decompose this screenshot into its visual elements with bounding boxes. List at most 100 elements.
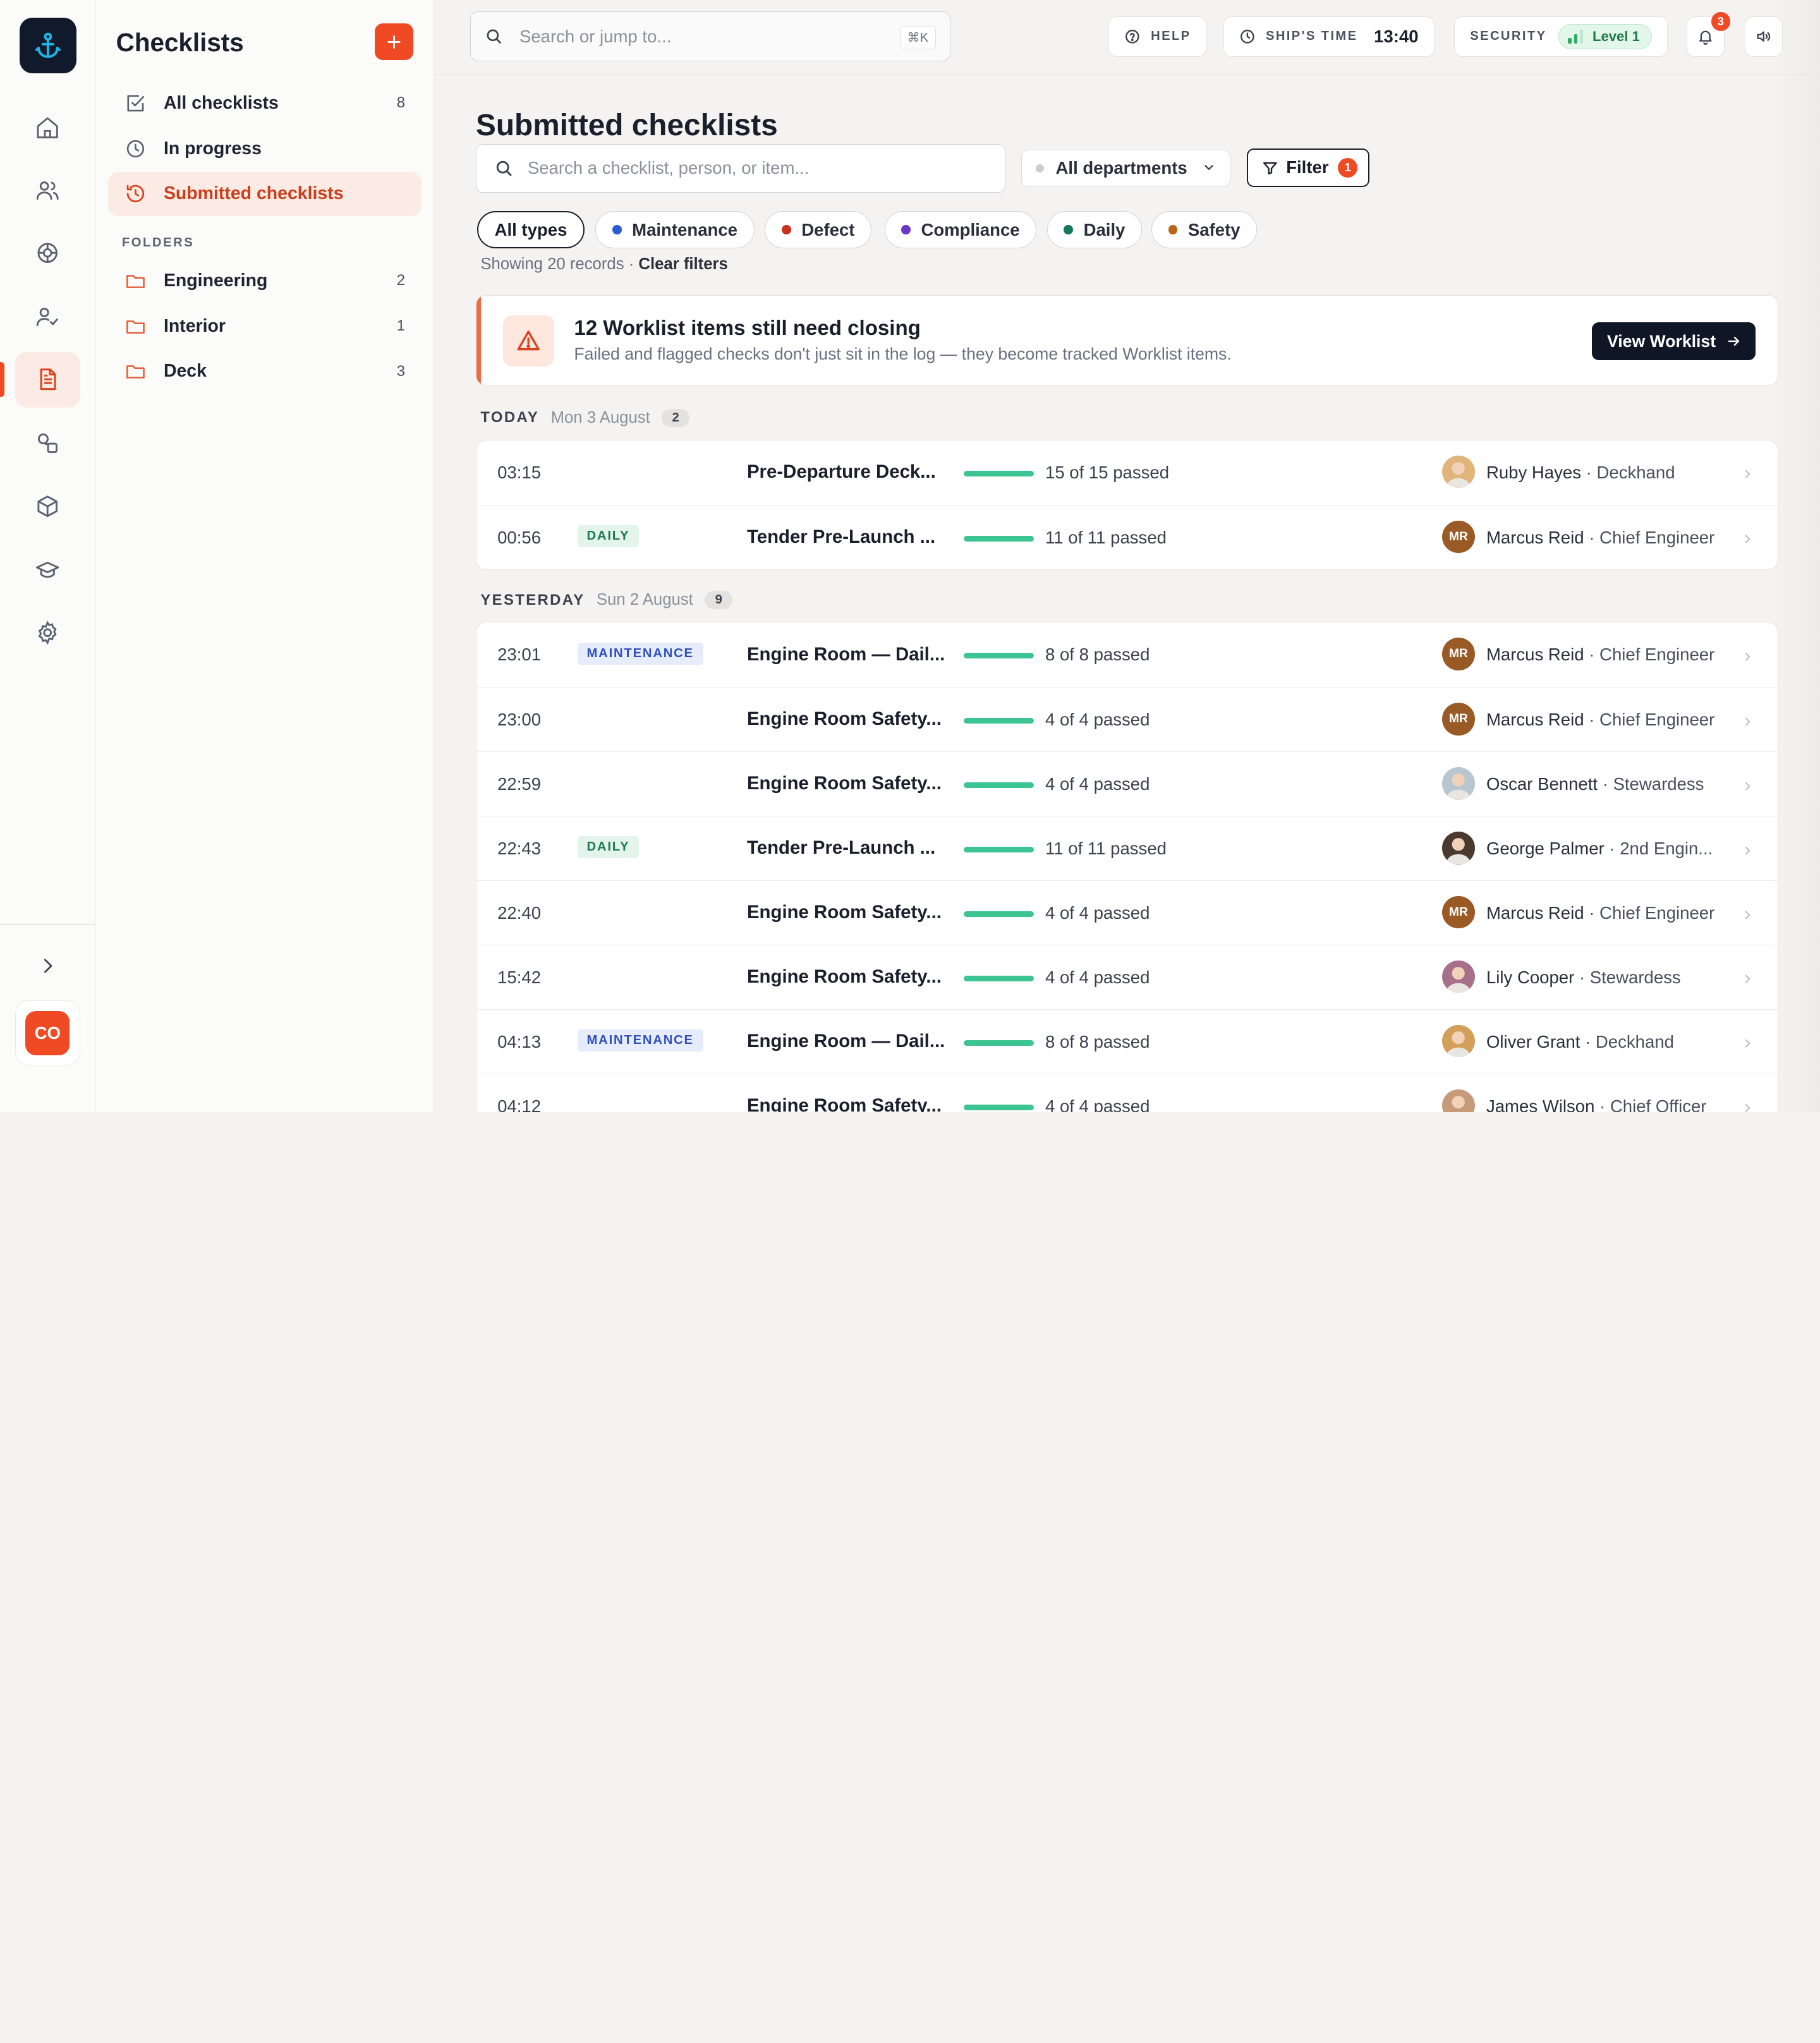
- table-row[interactable]: 23:01 MAINTENANCE Engine Room — Dail... 8 o…: [476, 622, 1778, 687]
- person-role: · Chief Engineer: [1584, 903, 1715, 923]
- sound-toggle-button[interactable]: [1744, 16, 1783, 57]
- day-date: Sun 2 August: [596, 591, 693, 609]
- cube-icon: [37, 495, 58, 517]
- anchor-logo-icon[interactable]: [20, 17, 77, 73]
- person-info: James Wilson · Chief Officer: [1486, 1096, 1707, 1112]
- table-row[interactable]: 03:15 Pre-Departure Deck... 15 of 15 passe…: [476, 440, 1778, 505]
- department-value: All departments: [1055, 158, 1187, 178]
- checklist-name: Engine Room Safety...: [746, 1094, 942, 1112]
- rail-crew-button[interactable]: [15, 162, 80, 218]
- chip-maintenance[interactable]: Maintenance: [595, 211, 755, 249]
- funnel-icon: [1263, 162, 1277, 174]
- rail-user-check-button[interactable]: [15, 289, 80, 344]
- search-shortcut-badge: ⌘K: [899, 26, 937, 50]
- chevron-right-icon: [1742, 904, 1753, 926]
- chevron-right-icon: [1742, 775, 1753, 797]
- clear-filters-link[interactable]: Clear filters: [638, 255, 727, 273]
- notifications-button[interactable]: 3: [1686, 12, 1730, 57]
- rail-expand-button[interactable]: [15, 938, 80, 993]
- warning-triangle-icon: [503, 315, 555, 367]
- checklist-search-input[interactable]: Search a checklist, person, or item...: [476, 143, 1005, 193]
- person-role: · Chief Engineer: [1584, 527, 1715, 547]
- ships-time-widget: SHIP'S TIME 13:40: [1223, 16, 1435, 57]
- person-name: James Wilson: [1486, 1096, 1595, 1112]
- users-icon: [36, 181, 59, 200]
- chevron-right-icon: [44, 959, 52, 973]
- submission-time: 15:42: [497, 967, 542, 987]
- nav-submitted-checklists[interactable]: Submitted checklists: [107, 171, 422, 216]
- chip-daily[interactable]: Daily: [1046, 211, 1143, 249]
- person-avatar: [1442, 1024, 1475, 1058]
- nav-in-progress[interactable]: In progress: [108, 126, 422, 171]
- chip-safety[interactable]: Safety: [1151, 211, 1258, 249]
- chip-dot: [782, 225, 791, 234]
- add-checklist-button[interactable]: +: [375, 23, 413, 61]
- speaker-icon: [1757, 31, 1771, 42]
- global-search-input[interactable]: Search or jump to... ⌘K: [470, 11, 951, 62]
- table-row[interactable]: 23:00 Engine Room Safety... 4 of 4 passed M…: [476, 687, 1778, 751]
- search-placeholder: Search or jump to...: [519, 26, 672, 46]
- department-select[interactable]: All departments: [1021, 149, 1230, 187]
- chip-compliance[interactable]: Compliance: [884, 211, 1037, 249]
- person-avatar: [1442, 767, 1475, 800]
- chip-label: Daily: [1083, 219, 1125, 239]
- rail-target-button[interactable]: [15, 225, 80, 281]
- submission-time: 03:15: [497, 462, 542, 482]
- checklist-name: Engine Room Safety...: [746, 966, 942, 988]
- records-count-text: Showing 20 records ·: [480, 255, 634, 274]
- type-tag: DAILY: [577, 836, 640, 859]
- table-row[interactable]: 22:40 Engine Room Safety... 4 of 4 passed M…: [476, 880, 1778, 945]
- table-row[interactable]: 04:13 MAINTENANCE Engine Room — Dail... 8 o…: [476, 1009, 1778, 1074]
- help-button[interactable]: HELP: [1108, 16, 1207, 57]
- rail-active-marker: [0, 362, 5, 397]
- security-level-value: Level 1: [1592, 28, 1640, 44]
- icon-rail: CO: [0, 0, 95, 1112]
- table-row[interactable]: 22:43 DAILY Tender Pre-Launch ... 11 of 11 …: [476, 816, 1778, 880]
- rail-checklists-button[interactable]: [15, 351, 80, 408]
- table-row[interactable]: 15:42 Engine Room Safety... 4 of 4 passed L…: [476, 945, 1778, 1009]
- chip-label: All types: [494, 219, 567, 239]
- view-worklist-button[interactable]: View Worklist: [1592, 322, 1756, 361]
- chip-label: Compliance: [921, 219, 1020, 239]
- folder-icon: [124, 315, 148, 338]
- person-name: Oscar Bennett: [1486, 774, 1598, 794]
- table-row[interactable]: 00:56 DAILY Tender Pre-Launch ... 11 of 11 …: [476, 505, 1778, 569]
- table-row[interactable]: 04:12 Engine Room Safety... 4 of 4 passed J…: [476, 1073, 1778, 1112]
- rail-home-button[interactable]: [15, 100, 80, 155]
- folder-interior[interactable]: Interior 1: [108, 304, 422, 348]
- passed-count: 15 of 15 passed: [1045, 462, 1170, 482]
- chip-dot: [901, 225, 911, 234]
- person-info: Marcus Reid · Chief Engineer: [1486, 710, 1714, 730]
- filter-button[interactable]: Filter 1: [1246, 149, 1370, 187]
- checklist-name: Tender Pre-Launch ...: [746, 837, 936, 859]
- person-avatar: [1442, 832, 1475, 864]
- chip-dot: [1168, 225, 1178, 234]
- chip-defect[interactable]: Defect: [765, 211, 872, 249]
- person-role: · Chief Officer: [1594, 1096, 1707, 1112]
- rail-inventory-button[interactable]: [15, 478, 80, 534]
- folder-deck[interactable]: Deck 3: [108, 349, 422, 394]
- passed-count: 8 of 8 passed: [1045, 645, 1150, 665]
- security-level-widget[interactable]: SECURITY Level 1: [1454, 16, 1668, 57]
- filter-label: Filter: [1286, 157, 1329, 178]
- top-bar: Search or jump to... ⌘K HELP SHIP'S TIME…: [434, 0, 1820, 75]
- folder-label: Engineering: [163, 270, 268, 291]
- user-avatar-button[interactable]: CO: [15, 1000, 80, 1066]
- person-avatar: MR: [1442, 638, 1475, 670]
- nav-all-checklists[interactable]: All checklists 8: [108, 82, 422, 126]
- rail-settings-button[interactable]: [15, 605, 80, 660]
- rail-shapes-button[interactable]: [15, 416, 80, 471]
- progress-bar: [964, 1104, 1034, 1110]
- submission-time: 04:12: [497, 1096, 542, 1112]
- chip-label: Defect: [801, 219, 855, 239]
- chip-all-types[interactable]: All types: [476, 211, 585, 249]
- day-label: YESTERDAY: [480, 591, 585, 609]
- person-avatar: MR: [1442, 896, 1475, 929]
- folder-engineering[interactable]: Engineering 2: [108, 259, 422, 303]
- nav-count: 8: [396, 94, 406, 112]
- checklist-name: Engine Room Safety...: [746, 902, 942, 923]
- table-row[interactable]: 22:59 Engine Room Safety... 4 of 4 passed O…: [476, 751, 1778, 816]
- chevron-right-icon: [1742, 464, 1753, 485]
- rail-training-button[interactable]: [15, 542, 80, 598]
- chevron-right-icon: [1742, 646, 1753, 667]
